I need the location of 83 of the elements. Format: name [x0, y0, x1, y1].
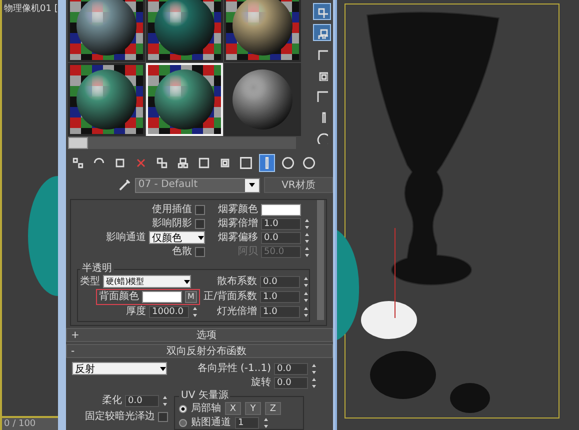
field-label: 使用插值: [152, 204, 192, 216]
spinner-arrows-icon[interactable]: [303, 276, 309, 288]
spinner-arrows-icon[interactable]: [304, 218, 310, 230]
field-label: 烟雾颜色: [218, 204, 258, 216]
spinner-arrows-icon[interactable]: [304, 232, 310, 244]
material-sample-slot[interactable]: [68, 0, 145, 62]
spinner-arrows-icon[interactable]: [192, 306, 198, 318]
field-label: 影响通道: [106, 232, 146, 244]
toolbar-button[interactable]: [313, 24, 331, 41]
axis-button[interactable]: Y: [245, 402, 261, 416]
number-field[interactable]: 0.0: [125, 394, 159, 407]
type-dropdown[interactable]: 硬(蜡)模型: [103, 275, 191, 288]
spinner-arrows-icon[interactable]: [303, 290, 309, 303]
field-label: 固定较暗光泽边: [85, 410, 155, 423]
horizontal-scrollbar[interactable]: [68, 137, 296, 149]
checkbox[interactable]: [195, 246, 205, 257]
map-button[interactable]: M: [185, 290, 197, 303]
number-field[interactable]: 1.0: [261, 218, 301, 230]
material-sample-slot[interactable]: [224, 0, 301, 62]
field-label: 色散: [172, 246, 192, 258]
field-label: 正/背面系数: [204, 290, 257, 303]
spinner-arrows-icon[interactable]: [303, 306, 309, 318]
field-label: 各向异性 (-1..1): [197, 362, 271, 375]
field-label: 柔化: [102, 394, 122, 407]
field-label: 类型: [80, 276, 100, 288]
tool-icon[interactable]: [316, 90, 328, 102]
tool-icon[interactable]: [316, 132, 328, 144]
material-sample-slot[interactable]: [68, 63, 145, 136]
group-title: UV 矢量源: [180, 390, 230, 402]
viewport-label[interactable]: 物理像机01 [: [4, 3, 58, 16]
number-field[interactable]: 1: [235, 416, 259, 429]
field-label: 烟雾偏移: [218, 232, 258, 244]
spinner-arrows-icon[interactable]: [311, 376, 317, 389]
option-label[interactable]: 贴图通道: [191, 416, 231, 429]
field-label: 灯光倍增: [217, 306, 257, 318]
number-field[interactable]: 0.0: [274, 376, 308, 389]
field-label: 旋转: [251, 376, 271, 389]
tool-icon[interactable]: [316, 6, 328, 18]
field-label: 厚度: [126, 306, 146, 318]
dropdown-arrow-icon[interactable]: [198, 236, 204, 240]
axis-button[interactable]: X: [225, 402, 241, 416]
eyedropper-icon[interactable]: [118, 178, 132, 192]
checkbox[interactable]: [195, 204, 205, 215]
color-swatch[interactable]: [261, 204, 301, 216]
number-field[interactable]: 0.0: [260, 276, 300, 288]
spinner-arrows-icon[interactable]: [263, 416, 269, 429]
channel-dropdown[interactable]: 仅颜色: [149, 231, 205, 244]
dropdown-arrow-icon[interactable]: [249, 183, 255, 188]
number-field[interactable]: 0.0: [274, 362, 308, 375]
number-field[interactable]: 1000.0: [149, 306, 189, 318]
spinner-arrows-icon[interactable]: [162, 394, 168, 407]
toolbar-button[interactable]: [313, 3, 331, 20]
field-label: 影响阴影: [152, 218, 192, 230]
checkbox[interactable]: [195, 218, 205, 229]
material-sample-slot[interactable]: [146, 0, 223, 62]
number-field[interactable]: 1.0: [260, 290, 300, 303]
radio-button[interactable]: [179, 418, 187, 427]
color-swatch[interactable]: [142, 290, 182, 303]
spinner-arrows-icon[interactable]: [304, 246, 310, 258]
material-sample-slot[interactable]: [224, 63, 301, 136]
spinner-arrows-icon[interactable]: [311, 362, 317, 375]
field-label: 背面颜色: [99, 290, 139, 303]
number-field[interactable]: 1.0: [260, 306, 300, 318]
checkbox[interactable]: [158, 412, 168, 422]
scroll-thumb[interactable]: [68, 137, 88, 149]
tool-icon[interactable]: [316, 48, 328, 60]
group-title: 半透明: [81, 263, 113, 276]
option-label[interactable]: 局部轴: [191, 402, 221, 415]
rollout-header[interactable]: - 双向反射分布函数: [66, 344, 333, 358]
field-label: 烟雾倍增: [218, 218, 258, 230]
radio-button[interactable]: [179, 404, 187, 413]
vertical-scrollbar[interactable]: [317, 200, 324, 320]
dropdown-arrow-icon[interactable]: [184, 280, 190, 284]
field-label: 散布系数: [217, 276, 257, 288]
tool-icon[interactable]: [316, 26, 328, 38]
rollout-header[interactable]: + 选项: [66, 328, 333, 342]
number-field[interactable]: 0.0: [261, 232, 301, 244]
dropdown-arrow-icon[interactable]: [160, 366, 166, 371]
brdf-type-dropdown[interactable]: 反射: [72, 362, 167, 376]
axis-button[interactable]: Z: [265, 402, 281, 416]
frame-counter: 0 / 100: [2, 416, 58, 430]
dropdown-arrow-button[interactable]: [245, 178, 259, 192]
material-type-button[interactable]: VR材质: [264, 177, 333, 194]
